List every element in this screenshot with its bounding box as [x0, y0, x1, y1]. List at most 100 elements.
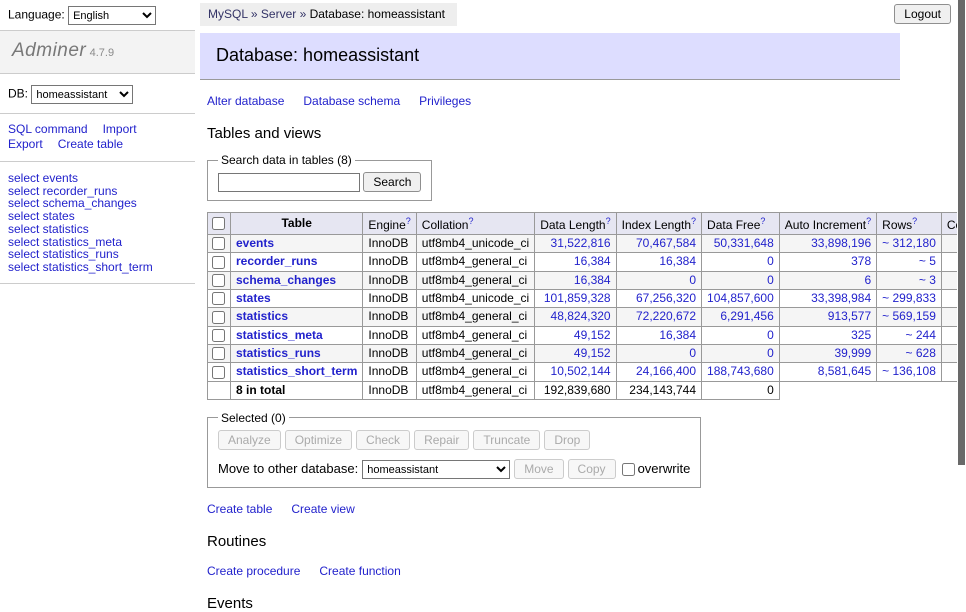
language-select[interactable]: English [68, 6, 156, 25]
auto_increment-325[interactable]: 325 [851, 328, 871, 342]
truncate-button[interactable]: Truncate [473, 430, 540, 450]
sidebar-action-sql-command[interactable]: SQL command [8, 122, 88, 136]
cell-engine: InnoDB [363, 271, 416, 289]
index_length-16-384[interactable]: 16,384 [659, 328, 696, 342]
repair-button[interactable]: Repair [414, 430, 469, 450]
analyze-button[interactable]: Analyze [218, 430, 281, 450]
data_length-16-384[interactable]: 16,384 [574, 254, 611, 268]
help-link-rows[interactable]: ? [912, 216, 917, 226]
help-link-collation[interactable]: ? [468, 216, 473, 226]
help-link-data-length[interactable]: ? [606, 216, 611, 226]
rows-299-833[interactable]: ~ 299,833 [882, 291, 936, 305]
link-privileges[interactable]: Privileges [419, 94, 471, 108]
data_length-31-522-816[interactable]: 31,522,816 [551, 236, 611, 250]
data_length-10-502-144[interactable]: 10,502,144 [551, 364, 611, 378]
logout-button[interactable]: Logout [894, 4, 951, 24]
table-events[interactable]: events [236, 236, 274, 250]
table-statistics-short-term[interactable]: statistics_short_term [236, 364, 357, 378]
optimize-button[interactable]: Optimize [285, 430, 352, 450]
data_free-188-743-680[interactable]: 188,743,680 [707, 364, 774, 378]
link-database-schema[interactable]: Database schema [303, 94, 400, 108]
table-statistics-meta[interactable]: statistics_meta [236, 328, 323, 342]
data_length-101-859-328[interactable]: 101,859,328 [544, 291, 611, 305]
overwrite-label[interactable]: overwrite [638, 461, 691, 476]
link-alter-database[interactable]: Alter database [207, 94, 284, 108]
row-checkbox-statistics-short-term[interactable] [212, 366, 225, 379]
sidebar-select-statistics-short-term[interactable]: select statistics_short_term [8, 260, 153, 274]
auto_increment-39-999[interactable]: 39,999 [834, 346, 871, 360]
auto_increment-378[interactable]: 378 [851, 254, 871, 268]
rows-628[interactable]: ~ 628 [906, 346, 936, 360]
data_free-50-331-648[interactable]: 50,331,648 [714, 236, 774, 250]
data_free-104-857-600[interactable]: 104,857,600 [707, 291, 774, 305]
table-recorder-runs[interactable]: recorder_runs [236, 254, 317, 268]
row-checkbox-recorder-runs[interactable] [212, 256, 225, 269]
search-button[interactable]: Search [363, 172, 421, 192]
data_free-0[interactable]: 0 [767, 346, 774, 360]
table-statistics[interactable]: statistics [236, 309, 288, 323]
index_length-70-467-584[interactable]: 70,467,584 [636, 236, 696, 250]
help-link-engine[interactable]: ? [406, 216, 411, 226]
row-checkbox-events[interactable] [212, 237, 225, 250]
auto_increment-33-398-984[interactable]: 33,398,984 [811, 291, 871, 305]
sidebar-action-import[interactable]: Import [103, 122, 137, 136]
data_length-49-152[interactable]: 49,152 [574, 328, 611, 342]
rows-5[interactable]: ~ 5 [919, 254, 936, 268]
auto_increment-913-577[interactable]: 913,577 [828, 309, 871, 323]
move-db-select[interactable]: homeassistant [362, 460, 510, 479]
select-all-checkbox[interactable] [212, 217, 225, 230]
copy-button[interactable]: Copy [568, 459, 616, 479]
link-create-table[interactable]: Create table [207, 502, 272, 516]
link-create-view[interactable]: Create view [291, 502, 354, 516]
auto_increment-33-898-196[interactable]: 33,898,196 [811, 236, 871, 250]
sidebar-action-export[interactable]: Export [8, 137, 43, 151]
sidebar-action-create-table[interactable]: Create table [58, 137, 123, 151]
breadcrumb-server[interactable]: Server [261, 7, 296, 21]
overwrite-checkbox[interactable] [622, 463, 635, 476]
auto_increment-6[interactable]: 6 [864, 273, 871, 287]
row-checkbox-statistics[interactable] [212, 311, 225, 324]
data_length-16-384[interactable]: 16,384 [574, 273, 611, 287]
index_length-24-166-400[interactable]: 24,166,400 [636, 364, 696, 378]
link-create-function[interactable]: Create function [319, 564, 400, 578]
index_length-67-256-320[interactable]: 67,256,320 [636, 291, 696, 305]
index_length-0[interactable]: 0 [689, 346, 696, 360]
index_length-0[interactable]: 0 [689, 273, 696, 287]
data_free-6-291-456[interactable]: 6,291,456 [720, 309, 773, 323]
rows-569-159[interactable]: ~ 569,159 [882, 309, 936, 323]
rows-244[interactable]: ~ 244 [906, 328, 936, 342]
index_length-72-220-672[interactable]: 72,220,672 [636, 309, 696, 323]
rows-312-180[interactable]: ~ 312,180 [882, 236, 936, 250]
scrollbar-track[interactable] [957, 0, 966, 543]
table-statistics-runs[interactable]: statistics_runs [236, 346, 321, 360]
link-create-procedure[interactable]: Create procedure [207, 564, 300, 578]
help-link-auto-increment[interactable]: ? [866, 216, 871, 226]
index_length-16-384[interactable]: 16,384 [659, 254, 696, 268]
table-schema-changes[interactable]: schema_changes [236, 273, 336, 287]
row-checkbox-statistics-runs[interactable] [212, 347, 225, 360]
data_free-0[interactable]: 0 [767, 273, 774, 287]
row-checkbox-states[interactable] [212, 292, 225, 305]
rows-136-108[interactable]: ~ 136,108 [882, 364, 936, 378]
column-header-auto-increment: Auto Increment [785, 218, 866, 232]
data_length-48-824-320[interactable]: 48,824,320 [551, 309, 611, 323]
column-header-index-length: Index Length [622, 218, 691, 232]
db-select[interactable]: homeassistant [31, 85, 133, 104]
data_free-0[interactable]: 0 [767, 254, 774, 268]
breadcrumb-mysql[interactable]: MySQL [208, 7, 248, 21]
move-button[interactable]: Move [514, 459, 563, 479]
cell-engine: InnoDB [363, 363, 416, 381]
rows-3[interactable]: ~ 3 [919, 273, 936, 287]
scrollbar-thumb[interactable] [958, 0, 965, 465]
auto_increment-8-581-645[interactable]: 8,581,645 [818, 364, 871, 378]
drop-button[interactable]: Drop [544, 430, 590, 450]
table-states[interactable]: states [236, 291, 271, 305]
check-button[interactable]: Check [356, 430, 410, 450]
row-checkbox-statistics-meta[interactable] [212, 329, 225, 342]
data_length-49-152[interactable]: 49,152 [574, 346, 611, 360]
row-checkbox-schema-changes[interactable] [212, 274, 225, 287]
data_free-0[interactable]: 0 [767, 328, 774, 342]
help-link-index-length[interactable]: ? [691, 216, 696, 226]
search-input[interactable] [218, 173, 360, 192]
help-link-data-free[interactable]: ? [760, 216, 765, 226]
